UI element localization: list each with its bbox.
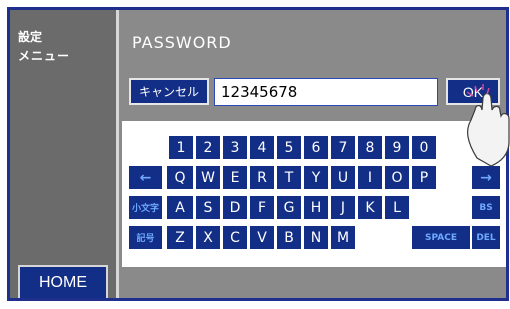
pointing-hand-icon xyxy=(466,84,510,167)
screen-border xyxy=(7,7,509,301)
